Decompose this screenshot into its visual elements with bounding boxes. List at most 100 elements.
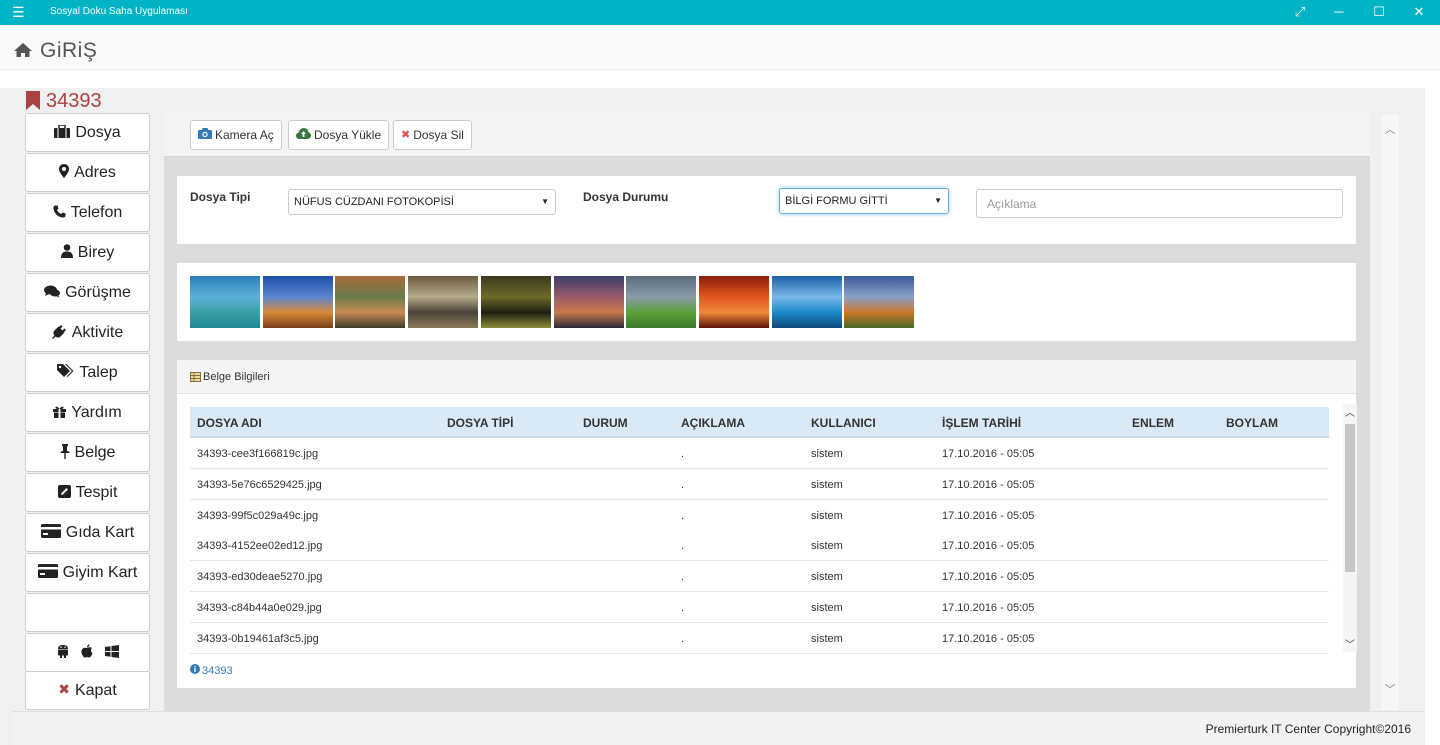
sidebar-item-empty[interactable] — [25, 593, 150, 632]
windows-icon[interactable] — [104, 644, 119, 658]
status-bar: Premierturk IT Center Copyright©2016 — [12, 711, 1425, 745]
file-status-select[interactable]: BİLGİ FORMU GİTTİ ▼ — [779, 188, 949, 214]
close-icon[interactable]: ✕ — [1404, 2, 1434, 22]
cell-file-name: 34393-c84b44a0e029.jpg — [197, 602, 322, 614]
hamburger-icon[interactable]: ☰ — [12, 4, 25, 20]
sidebar-item-label: Tespit — [75, 484, 118, 501]
column-header[interactable]: BOYLAM — [1226, 416, 1278, 430]
table-scrollbar[interactable]: ︿ ﹀ — [1343, 404, 1357, 652]
credit-card-icon — [37, 564, 58, 579]
sidebar-item-label: Adres — [74, 164, 116, 181]
sidebar-item-belge[interactable]: Belge — [25, 433, 150, 472]
file-type-label: Dosya Tipi — [190, 190, 251, 204]
column-header[interactable]: KULLANICI — [811, 416, 876, 430]
android-icon[interactable] — [57, 644, 69, 659]
cell-date: 17.10.2016 - 05:05 — [942, 571, 1035, 584]
table-row[interactable]: 34393-99f5c029a49c.jpg. sistem 17.10.2016 … — [190, 499, 1329, 531]
briefcase-icon — [54, 124, 71, 138]
sidebar-item-gorusme[interactable]: Görüşme — [25, 273, 150, 312]
times-icon: ✖ — [401, 128, 411, 141]
green-hills-thumbnail[interactable] — [626, 276, 697, 328]
sidebar-item-telefon[interactable]: Telefon — [25, 193, 150, 232]
sidebar-item-label: Birey — [77, 244, 115, 261]
minimize-icon[interactable]: ─ — [1324, 2, 1354, 22]
scroll-down-icon[interactable]: ﹀ — [1381, 681, 1399, 697]
table-row[interactable]: 34393-0b19461af3c5.jpg. sistem 17.10.2016 … — [190, 622, 1329, 654]
red-tunnel-thumbnail[interactable] — [698, 276, 769, 328]
cell-date: 17.10.2016 - 05:05 — [942, 509, 1035, 522]
autumn-tree-thumbnail[interactable] — [844, 276, 915, 328]
camera-icon — [198, 121, 212, 149]
desert-sky-thumbnail[interactable] — [262, 276, 333, 328]
file-status-label: Dosya Durumu — [583, 190, 669, 204]
table-row[interactable]: 34393-5e76c6529425.jpg. sistem 17.10.2016 … — [190, 468, 1329, 500]
column-header[interactable]: ENLEM — [1132, 416, 1174, 430]
canyon-bend-thumbnail[interactable] — [335, 276, 406, 328]
record-number: 34393 — [46, 90, 102, 112]
scrollbar-thumb[interactable] — [1345, 424, 1355, 572]
cell-file-name: 34393-0b19461af3c5.jpg — [197, 632, 319, 645]
close-app-label: Kapat — [74, 682, 117, 699]
sidebar-item-dosya[interactable]: Dosya — [25, 113, 150, 152]
sidebar-item-yardim[interactable]: Yardım — [25, 393, 150, 432]
sidebar-item-tespit[interactable]: Tespit — [25, 473, 150, 512]
cell-date: 17.10.2016 - 05:05 — [942, 478, 1035, 491]
delete-button[interactable]: ✖ Dosya Sil — [393, 120, 472, 150]
cell-date: 17.10.2016 - 05:05 — [942, 632, 1035, 645]
column-header[interactable]: DOSYA TİPİ — [447, 416, 513, 430]
camera-button[interactable]: Kamera Aç — [190, 120, 282, 150]
expand-icon[interactable]: ⤢ — [1285, 2, 1315, 22]
cell-file-name: 34393-99f5c029a49c.jpg — [197, 509, 319, 522]
table-row[interactable]: 34393-4152ee02ed12.jpg. sistem 17.10.2016 … — [190, 530, 1329, 562]
column-header[interactable]: DURUM — [583, 416, 628, 430]
sidebar-item-gida-kart[interactable]: Gıda Kart — [25, 513, 150, 552]
maximize-icon[interactable]: ☐ — [1364, 2, 1394, 22]
content-panel: Kamera Aç Dosya Yükle ✖ Dosya Sil Dosya T… — [164, 113, 1370, 711]
island-boat-thumbnail[interactable] — [190, 276, 260, 328]
documents-panel: Belge Bilgileri DOSYA ADI DOSYA TİPİ DUR… — [177, 360, 1357, 688]
close-app-button[interactable]: ✖ Kapat — [25, 671, 150, 710]
upload-button[interactable]: Dosya Yükle — [288, 120, 390, 150]
times-icon: ✖ — [58, 680, 70, 697]
home-icon[interactable] — [13, 42, 33, 63]
description-input[interactable] — [976, 189, 1343, 218]
sidebar-item-adres[interactable]: Adres — [25, 153, 150, 192]
table-row[interactable]: 34393-cee3f166819c.jpg. sistem 17.10.2016 … — [190, 438, 1329, 469]
sidebar-item-aktivite[interactable]: Aktivite — [25, 313, 150, 352]
sidebar-item-talep[interactable]: Talep — [25, 353, 150, 392]
caterpillar-thumbnail[interactable] — [480, 276, 551, 328]
scroll-down-icon[interactable]: ﹀ — [1343, 636, 1357, 651]
cell-user: sistem — [811, 478, 843, 491]
column-header[interactable]: AÇIKLAMA — [681, 416, 745, 430]
sidebar-item-giyim-kart[interactable]: Giyim Kart — [25, 553, 150, 592]
documents-table-header: DOSYA ADI DOSYA TİPİ DURUM AÇIKLAMA KULL… — [190, 407, 1329, 438]
user-icon — [60, 244, 73, 259]
scroll-up-icon[interactable]: ︿ — [1381, 121, 1399, 137]
copyright-text: Premierturk IT Center Copyright©2016 — [1205, 722, 1411, 736]
cloud-upload-icon — [296, 121, 311, 149]
sidebar-item-label: Giyim Kart — [62, 564, 138, 581]
cell-user: sistem — [811, 571, 843, 584]
page-scrollbar[interactable]: ︿ ﹀ — [1381, 115, 1399, 710]
cell-file-name: 34393-5e76c6529425.jpg — [197, 478, 322, 491]
camera-button-label: Kamera Aç — [215, 128, 274, 142]
cell-description: . — [681, 540, 685, 553]
record-link[interactable]: 34393 — [190, 663, 233, 677]
column-header[interactable]: DOSYA ADI — [197, 416, 262, 430]
column-header[interactable]: İŞLEM TARİHİ — [942, 416, 1021, 430]
file-type-select[interactable]: NÜFUS CÜZDANI FOTOKOPİSİ ▼ — [288, 189, 556, 215]
table-row[interactable]: 34393-c84b44a0e029.jpg. sistem 17.10.2016 … — [190, 592, 1329, 623]
bridge-sunset-thumbnail[interactable] — [553, 276, 624, 328]
page-header: GiRiŞ — [0, 25, 1440, 70]
comments-icon — [44, 285, 61, 298]
sidebar-platform-icons[interactable] — [25, 633, 150, 672]
apple-icon[interactable] — [80, 644, 93, 658]
scroll-up-icon[interactable]: ︿ — [1343, 404, 1357, 419]
cell-user: sistem — [811, 540, 843, 553]
cell-description: . — [681, 509, 685, 522]
table-row[interactable]: 34393-ed30deae5270.jpg. sistem 17.10.2016 … — [190, 561, 1329, 593]
filter-card: Dosya Tipi NÜFUS CÜZDANI FOTOKOPİSİ ▼ Do… — [177, 176, 1356, 244]
waterfall-cliff-thumbnail[interactable] — [408, 276, 479, 328]
sidebar-item-birey[interactable]: Birey — [25, 233, 150, 272]
sea-boat-thumbnail[interactable] — [771, 276, 842, 328]
